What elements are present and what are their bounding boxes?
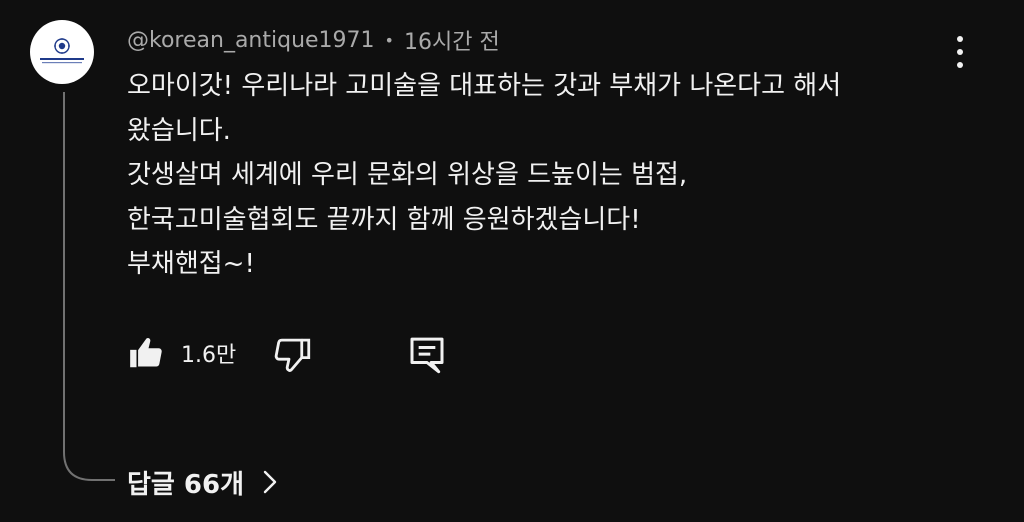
like-count: 1.6만 [181, 343, 237, 368]
author-handle[interactable]: @korean_antique1971 [127, 28, 375, 53]
replies-count-label: 답글 66개 [127, 469, 244, 500]
thumbs-down-icon [274, 338, 311, 372]
comment-timestamp[interactable]: 16시간 전 [404, 24, 500, 56]
like-button[interactable]: 1.6만 [127, 334, 236, 372]
association-logo-icon [40, 38, 84, 64]
comment-line: 갓생살며 세계에 우리 문화의 위상을 드높이는 범접, [127, 160, 688, 190]
comment-line: 오마이갓! 우리나라 고미술을 대표하는 갓과 부채가 나온다고 해서 [127, 71, 842, 101]
chevron-right-icon [263, 470, 277, 494]
comment-line: 왔습니다. [127, 115, 231, 146]
comment-line: 한국고미술협회도 끝까지 함께 응원하겠습니다! [127, 204, 641, 235]
view-replies-button[interactable]: 답글 66개 [127, 460, 278, 504]
comment-line: 부채핸접~! [127, 249, 255, 279]
comment-text: 오마이갓! 우리나라 고미술을 대표하는 갓과 부채가 나온다고 해서 왔습니다… [127, 64, 957, 287]
more-vertical-icon [957, 36, 963, 42]
reply-button[interactable] [407, 334, 447, 380]
thread-line [63, 92, 115, 481]
dislike-button[interactable] [272, 334, 314, 380]
comment-header: @korean_antique1971 • 16시간 전 [127, 24, 500, 56]
avatar[interactable] [30, 20, 94, 84]
separator-dot: • [384, 30, 394, 50]
comment-reply-icon [410, 337, 444, 374]
thumbs-up-icon [130, 337, 162, 368]
comment-actions: 1.6만 [127, 334, 487, 378]
